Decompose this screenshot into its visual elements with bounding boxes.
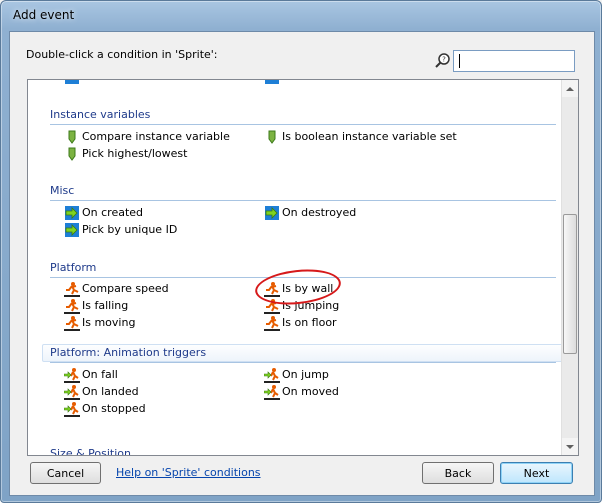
group-title-platform-animation-triggers: Platform: Animation triggers (50, 346, 207, 359)
conditions-list-content: Instance variables Compare instance vari… (28, 80, 566, 456)
condition-is-on-floor[interactable]: Is on floor (264, 314, 337, 331)
platform-trigger-icon (264, 384, 280, 400)
instance-variable-icon (268, 130, 276, 144)
dialog-client-area: Double-click a condition in 'Sprite': ? … (9, 31, 595, 496)
trigger-icon (65, 205, 79, 220)
group-divider (50, 200, 556, 201)
condition-compare-speed[interactable]: Compare speed (64, 280, 169, 297)
condition-is-falling[interactable]: Is falling (64, 297, 128, 314)
platform-trigger-icon (64, 367, 80, 383)
condition-pick-by-unique-id[interactable]: Pick by unique ID (64, 221, 177, 238)
next-button[interactable]: Next (500, 462, 573, 484)
condition-on-moved[interactable]: On moved (264, 383, 339, 400)
group-divider (50, 362, 556, 363)
back-button[interactable]: Back (422, 462, 494, 484)
svg-text:?: ? (442, 56, 446, 64)
window-title: Add event (13, 8, 75, 22)
platform-trigger-icon (64, 384, 80, 400)
condition-on-jump[interactable]: On jump (264, 366, 329, 383)
text-caret (459, 54, 460, 68)
scroll-up-button[interactable] (562, 80, 578, 97)
condition-on-created[interactable]: On created (64, 204, 143, 221)
title-bar[interactable]: Add event (1, 1, 601, 31)
group-title-platform: Platform (50, 261, 97, 274)
group-title-size-position: Size & Position (50, 447, 131, 456)
partial-item-icon (65, 80, 79, 84)
condition-pick-highest-lowest[interactable]: Pick highest/lowest (64, 145, 187, 162)
condition-compare-instance-variable[interactable]: Compare instance variable (64, 128, 230, 145)
condition-is-boolean-instance-variable-set[interactable]: Is boolean instance variable set (264, 128, 457, 145)
condition-on-landed[interactable]: On landed (64, 383, 139, 400)
group-title-instance-variables: Instance variables (50, 108, 151, 121)
scroll-thumb[interactable] (563, 214, 577, 354)
arrow-up-icon (566, 86, 574, 91)
scroll-down-button[interactable] (562, 438, 578, 455)
instance-variable-icon (68, 130, 76, 144)
platform-runner-icon (64, 281, 80, 297)
platform-trigger-icon (264, 367, 280, 383)
trigger-icon (65, 222, 79, 237)
group-divider (50, 124, 556, 125)
platform-trigger-icon (64, 401, 80, 417)
add-event-dialog: Add event Double-click a condition in 'S… (0, 0, 602, 503)
condition-on-stopped[interactable]: On stopped (64, 400, 146, 417)
conditions-list[interactable]: Instance variables Compare instance vari… (27, 79, 579, 456)
partial-item-icon (265, 80, 279, 84)
platform-runner-icon (264, 315, 280, 331)
trigger-icon (265, 205, 279, 220)
vertical-scrollbar[interactable] (561, 80, 578, 455)
instruction-label: Double-click a condition in 'Sprite': (26, 48, 218, 61)
condition-on-destroyed[interactable]: On destroyed (264, 204, 356, 221)
instance-variable-icon (68, 147, 76, 161)
platform-runner-icon (64, 315, 80, 331)
search-icon: ? (435, 53, 450, 68)
condition-on-fall[interactable]: On fall (64, 366, 118, 383)
search-input[interactable] (453, 50, 575, 72)
condition-is-moving[interactable]: Is moving (64, 314, 135, 331)
platform-runner-icon (64, 298, 80, 314)
arrow-down-icon (566, 444, 574, 449)
help-link[interactable]: Help on 'Sprite' conditions (116, 466, 261, 479)
group-title-misc: Misc (50, 184, 75, 197)
cancel-button[interactable]: Cancel (30, 462, 101, 484)
